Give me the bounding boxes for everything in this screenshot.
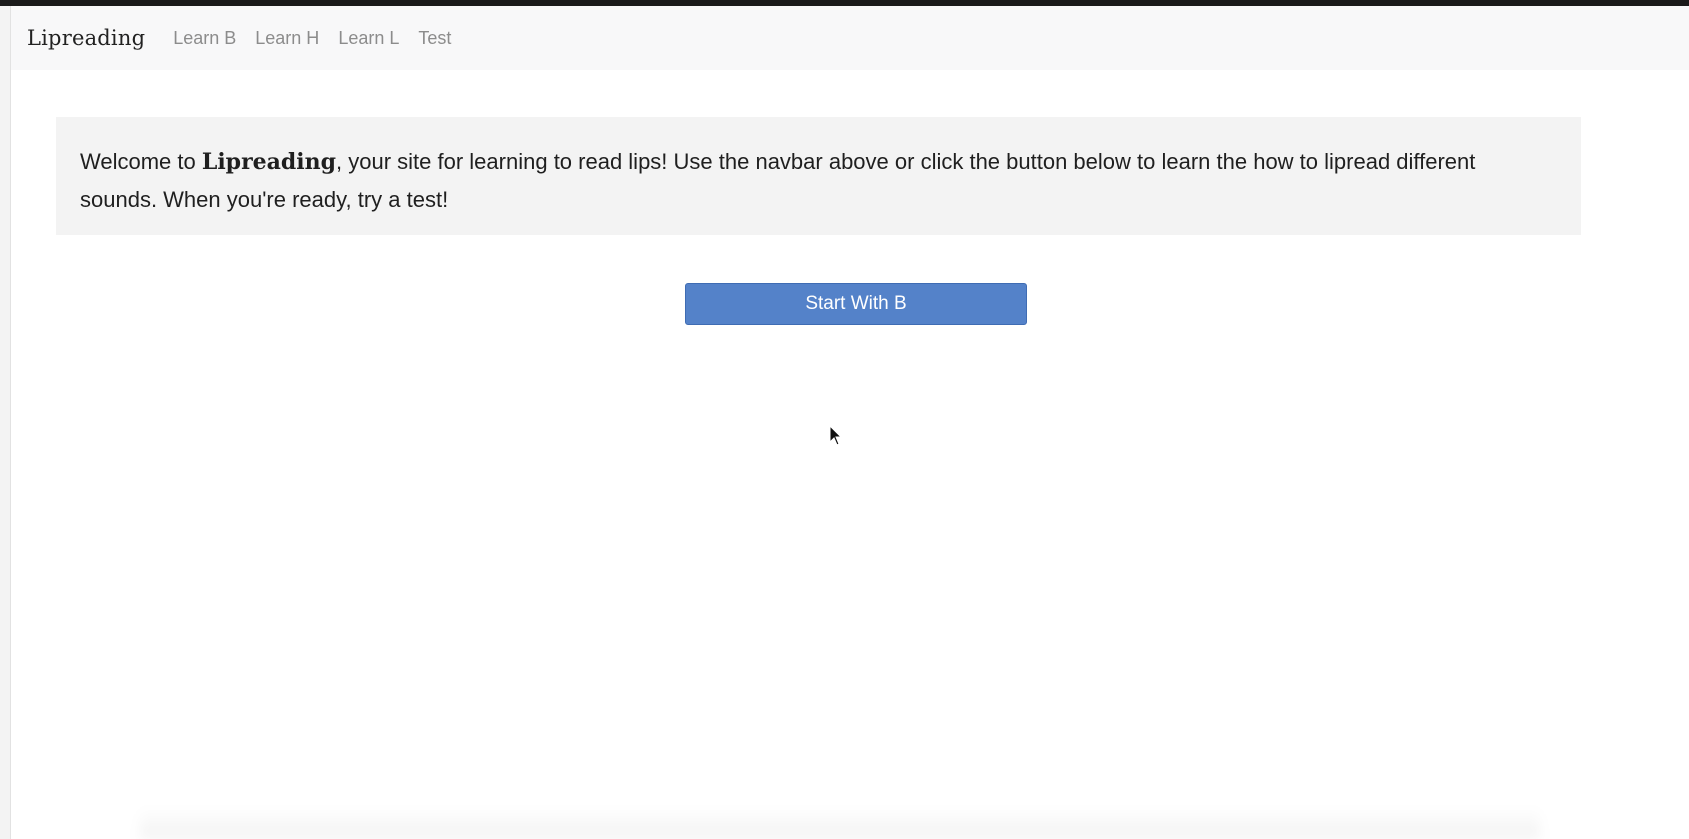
- welcome-message: Welcome to Lipreading, your site for lea…: [56, 117, 1581, 235]
- nav-link-learn-b[interactable]: Learn B: [173, 28, 236, 49]
- start-with-b-button[interactable]: Start With B: [685, 283, 1027, 325]
- nav-link-test[interactable]: Test: [418, 28, 451, 49]
- mouse-cursor-icon: [829, 425, 843, 446]
- navbar-brand[interactable]: Lipreading: [27, 26, 145, 50]
- nav-link-learn-h[interactable]: Learn H: [255, 28, 319, 49]
- window-frame-left: [0, 6, 11, 839]
- bottom-shadow: [140, 808, 1540, 839]
- nav-link-learn-l[interactable]: Learn L: [338, 28, 399, 49]
- welcome-brand: Lipreading: [201, 149, 337, 175]
- navbar: Lipreading Learn B Learn H Learn L Test: [11, 6, 1689, 70]
- welcome-prefix: Welcome to: [80, 149, 202, 174]
